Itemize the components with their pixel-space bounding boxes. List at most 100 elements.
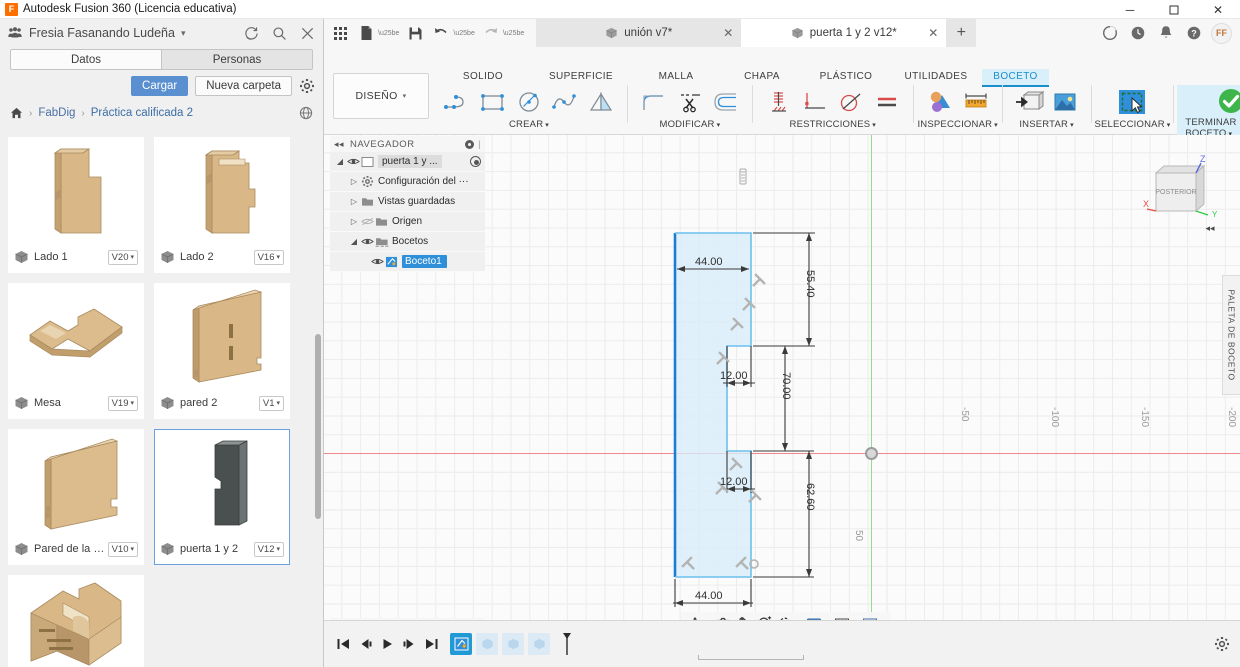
document-tab-union[interactable]: unión v7* ✕ (536, 19, 741, 47)
account-name[interactable]: Fresia Fasanando Ludeña (29, 26, 175, 40)
tab-personas[interactable]: Personas (161, 50, 312, 69)
dimension-text-44-bottom[interactable]: 44.00 (695, 590, 723, 602)
ribbon-tab-chapa[interactable]: CHAPA (722, 69, 802, 86)
chevron-down-icon[interactable]: ▾ (181, 28, 186, 39)
chevron-down-icon[interactable]: \u25be (378, 30, 399, 37)
close-icon[interactable]: ✕ (928, 26, 938, 40)
data-card-pared-de-la-cama[interactable]: Pared de la cama V10 ▾ (8, 429, 144, 565)
sketch-dimension-icon[interactable] (762, 86, 796, 118)
home-icon[interactable] (10, 107, 23, 119)
step-back-icon[interactable] (354, 631, 376, 657)
ribbon-tab-malla[interactable]: MALLA (630, 69, 722, 86)
mirror-icon[interactable] (584, 86, 618, 118)
go-to-end-icon[interactable] (420, 631, 442, 657)
close-panel-icon[interactable] (300, 26, 315, 41)
dimension-text-62-60[interactable]: 62.60 (804, 483, 816, 511)
expand-arrow-icon[interactable]: ◢ (348, 237, 360, 246)
chevron-down-icon[interactable]: ▾ (994, 122, 998, 129)
version-chip[interactable]: V19 ▾ (108, 396, 138, 411)
document-tab-puerta[interactable]: puerta 1 y 2 v12* ✕ (741, 19, 946, 47)
data-card-lado2[interactable]: Lado 2 V16 ▾ (154, 137, 290, 273)
chevron-down-icon[interactable]: ▾ (872, 122, 876, 129)
ribbon-tab-superficie[interactable]: SUPERFICIE (532, 69, 630, 86)
timeline-node-2[interactable] (502, 633, 524, 655)
expand-arrow-icon[interactable]: ▷ (348, 217, 360, 226)
tab-datos[interactable]: Datos (11, 50, 161, 69)
gear-icon[interactable] (299, 78, 315, 94)
visibility-eye-off-icon[interactable] (360, 217, 374, 226)
finish-sketch-icon[interactable] (1214, 85, 1240, 117)
timeline-node-1[interactable] (476, 633, 498, 655)
chevron-down-icon[interactable]: ▾ (1070, 122, 1074, 129)
play-icon[interactable] (376, 631, 398, 657)
globe-icon[interactable] (299, 106, 313, 120)
visibility-eye-icon[interactable] (370, 257, 384, 266)
sketch-palette-tab[interactable]: PALETA DE BOCETO (1222, 275, 1240, 395)
collapse-toolbar-icon[interactable]: ◂◂ (1202, 221, 1218, 235)
data-card-mesa[interactable]: Mesa V19 ▾ (8, 283, 144, 419)
go-to-start-icon[interactable] (332, 631, 354, 657)
data-panel-scrollbar[interactable] (315, 334, 321, 519)
view-cube[interactable]: POSTERIOR Y X Z (1142, 155, 1218, 231)
avatar[interactable]: FF (1211, 23, 1232, 44)
dimension-text-55-40[interactable]: 55.40 (804, 270, 816, 298)
activate-radio-icon[interactable] (470, 156, 481, 167)
close-icon[interactable]: ✕ (723, 26, 733, 40)
insert-derive-icon[interactable] (1012, 86, 1046, 118)
search-icon[interactable] (272, 26, 287, 41)
navigator-options-icon[interactable] (465, 140, 474, 149)
navigator-row-vistas-guardadas[interactable]: ▷ Vistas guardadas (330, 192, 485, 211)
save-icon[interactable] (405, 23, 425, 43)
dimension-text-70[interactable]: 70.00 (780, 372, 792, 400)
tangent-constraint-icon[interactable] (834, 86, 868, 118)
version-chip[interactable]: V16 ▾ (254, 250, 284, 265)
line-icon[interactable] (440, 86, 474, 118)
navigator-resize-handle[interactable]: | (478, 139, 481, 149)
measure-icon[interactable] (959, 86, 993, 118)
rectangle-icon[interactable] (476, 86, 510, 118)
dimension-text-44-top[interactable]: 44.00 (695, 256, 723, 268)
upload-button[interactable]: Cargar (131, 76, 188, 96)
chevron-down-icon[interactable]: \u25be (453, 30, 474, 37)
maximize-button[interactable] (1152, 0, 1196, 19)
sketch-canvas[interactable]: -50 -100 -150 -200 50 (324, 135, 1240, 639)
navigator-row-origen[interactable]: ▷ Origen (330, 212, 485, 231)
interference-icon[interactable] (923, 86, 957, 118)
job-status-icon[interactable] (1099, 22, 1121, 44)
recent-icon[interactable] (1127, 22, 1149, 44)
version-chip[interactable]: V12 ▾ (254, 542, 284, 557)
chevron-down-icon[interactable]: ▾ (545, 122, 549, 129)
workspace-selector[interactable]: DISEÑO ▾ (333, 73, 429, 119)
offset-icon[interactable] (709, 86, 743, 118)
chevron-down-icon[interactable]: ▾ (1167, 122, 1171, 129)
expand-arrow-icon[interactable]: ▷ (348, 177, 360, 186)
dimension-text-12-upper[interactable]: 12.00 (720, 370, 748, 382)
navigator-row-boceto1[interactable]: Boceto1 (330, 252, 485, 271)
new-folder-button[interactable]: Nueva carpeta (195, 76, 292, 96)
timeline-settings-icon[interactable] (1214, 636, 1230, 652)
redo-icon[interactable] (481, 23, 501, 43)
new-document-tab-button[interactable]: + (946, 19, 976, 47)
navigator-row-configuracion[interactable]: ▷ Configuración del ··· (330, 172, 485, 191)
trim-icon[interactable] (673, 86, 707, 118)
parallel-constraint-icon[interactable] (870, 86, 904, 118)
data-card-lado1[interactable]: Lado 1 V20 ▾ (8, 137, 144, 273)
data-card-puerta-1-y-2[interactable]: puerta 1 y 2 V12 ▾ (154, 429, 290, 565)
breadcrumb-item-fabdig[interactable]: FabDig (38, 107, 75, 119)
timeline-end-marker[interactable] (556, 631, 578, 657)
breadcrumb-item-current[interactable]: Práctica calificada 2 (91, 107, 193, 119)
window-select-icon[interactable] (1115, 86, 1149, 118)
version-chip[interactable]: V1 ▾ (259, 396, 284, 411)
help-icon[interactable]: ? (1183, 22, 1205, 44)
collapse-icon[interactable]: ◂◂ (334, 139, 344, 150)
navigator-row-bocetos[interactable]: ◢ Bocetos (330, 232, 485, 251)
navigator-row-root[interactable]: ◢ puerta 1 y ... (330, 152, 485, 171)
data-card-pared2[interactable]: pared 2 V1 ▾ (154, 283, 290, 419)
grid-apps-icon[interactable] (330, 23, 350, 43)
visibility-eye-icon[interactable] (360, 237, 374, 246)
ribbon-tab-boceto[interactable]: BOCETO (982, 69, 1049, 86)
data-card-union[interactable]: unión V7 ▾ (8, 575, 144, 667)
expand-arrow-icon[interactable]: ▷ (348, 197, 360, 206)
visibility-eye-icon[interactable] (346, 157, 360, 166)
undo-icon[interactable] (431, 23, 451, 43)
